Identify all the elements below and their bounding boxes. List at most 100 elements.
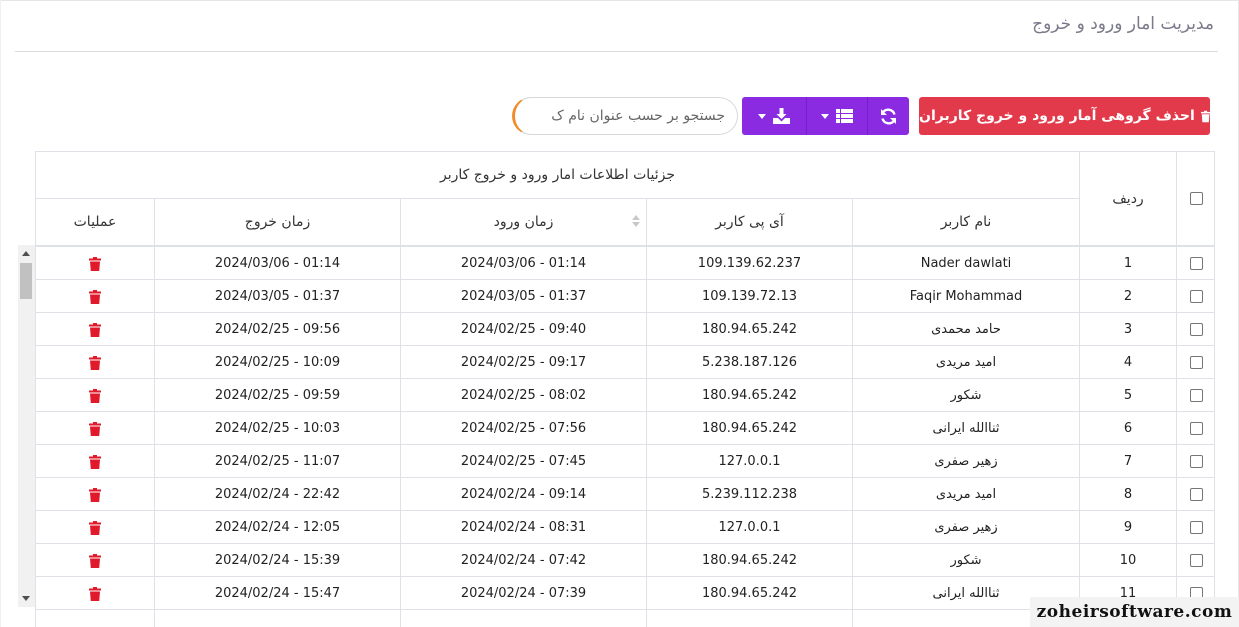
- cell-ip: 5.239.112.238: [701, 487, 798, 502]
- scroll-down-icon[interactable]: [22, 596, 30, 601]
- header-actions: عملیات: [73, 214, 117, 230]
- row-checkbox[interactable]: [1190, 389, 1203, 402]
- header-group-details: جزئیات اطلاعات امار ورود و خروج کاربر: [440, 167, 676, 183]
- trash-icon[interactable]: [89, 586, 101, 601]
- cell-ip: 109.139.72.13: [701, 289, 798, 304]
- column-divider: [852, 379, 853, 412]
- cell-username: زهیر صفری: [934, 454, 998, 469]
- cell-ip: 127.0.0.1: [718, 520, 781, 535]
- select-all-checkbox[interactable]: [1190, 192, 1203, 205]
- column-divider: [400, 577, 401, 610]
- cell-actions: [36, 247, 154, 280]
- column-divider: [400, 511, 401, 544]
- columns-dropdown-button[interactable]: [806, 97, 867, 135]
- cell-username: شکور: [950, 553, 982, 568]
- column-divider: [154, 247, 155, 280]
- column-divider: [852, 478, 853, 511]
- cell-select: [1177, 346, 1214, 379]
- cell-row-number: 9: [1123, 520, 1133, 535]
- search-input[interactable]: [512, 97, 738, 135]
- column-divider: [400, 247, 401, 280]
- cell-row-number: 10: [1119, 553, 1137, 568]
- cell-actions: [36, 313, 154, 346]
- cell-logout-time: 2024/02/24 - 22:42: [214, 487, 341, 502]
- trash-icon[interactable]: [89, 520, 101, 535]
- cell-login-time: 2024/02/25 - 07:45: [460, 454, 587, 469]
- bulk-delete-button[interactable]: احذف گروهی آمار ورود و خروج کاربران: [919, 97, 1210, 135]
- cell-login-time: 2024/02/24 - 07:39: [460, 586, 587, 601]
- cell-row-number: 8: [1123, 487, 1133, 502]
- column-divider: [852, 511, 853, 544]
- column-divider: [852, 445, 853, 478]
- cell-select: [1177, 379, 1214, 412]
- cell-actions: [36, 346, 154, 379]
- column-divider: [154, 313, 155, 346]
- cell-actions: [36, 511, 154, 544]
- trash-icon[interactable]: [89, 421, 101, 436]
- trash-icon[interactable]: [89, 553, 101, 568]
- table-scrollbar[interactable]: [18, 245, 35, 607]
- chevron-down-icon: [821, 113, 829, 119]
- column-divider: [154, 511, 155, 544]
- column-divider: [646, 280, 647, 313]
- cell-login-time: 2024/02/24 - 08:31: [460, 520, 587, 535]
- cell-row-number: 7: [1123, 454, 1133, 469]
- cell-logout-time: 2024/02/25 - 10:03: [214, 421, 341, 436]
- row-checkbox[interactable]: [1190, 422, 1203, 435]
- cell-ip: 180.94.65.242: [701, 586, 798, 601]
- bulk-delete-label: احذف گروهی آمار ورود و خروج کاربران: [919, 108, 1195, 124]
- cell-username: ثناالله ایرانی: [932, 421, 1000, 436]
- column-divider: [400, 445, 401, 478]
- row-checkbox[interactable]: [1190, 290, 1203, 303]
- refresh-icon: [881, 107, 896, 125]
- header-row-number[interactable]: ردیف: [1080, 152, 1176, 245]
- trash-icon[interactable]: [89, 289, 101, 304]
- column-divider: [400, 313, 401, 346]
- row-checkbox[interactable]: [1190, 521, 1203, 534]
- row-checkbox[interactable]: [1190, 488, 1203, 501]
- header-login-label: زمان ورود: [493, 214, 554, 230]
- download-icon: [773, 108, 790, 124]
- row-checkbox[interactable]: [1190, 356, 1203, 369]
- cell-select: [1177, 412, 1214, 445]
- refresh-button[interactable]: [867, 97, 909, 135]
- row-checkbox[interactable]: [1190, 554, 1203, 567]
- column-divider: [1079, 346, 1080, 379]
- cell-ip: 109.139.62.237: [697, 256, 802, 271]
- header-login-time[interactable]: زمان ورود: [401, 199, 646, 245]
- trash-icon[interactable]: [89, 322, 101, 337]
- column-divider: [646, 544, 647, 577]
- column-divider: [1079, 247, 1080, 280]
- cell-ip: 180.94.65.242: [701, 553, 798, 568]
- cell-actions: [36, 412, 154, 445]
- trash-icon[interactable]: [89, 355, 101, 370]
- cell-ip: 180.94.65.242: [701, 322, 798, 337]
- table-tools-group: [742, 97, 909, 135]
- cell-row-number: 2: [1123, 289, 1133, 304]
- column-divider: [400, 379, 401, 412]
- trash-icon[interactable]: [89, 388, 101, 403]
- column-divider: [400, 412, 401, 445]
- cell-username: Nader dawlati: [920, 256, 1012, 271]
- trash-icon[interactable]: [89, 487, 101, 502]
- cell-row-number: 6: [1123, 421, 1133, 436]
- export-dropdown-button[interactable]: [742, 97, 806, 135]
- trash-icon[interactable]: [89, 256, 101, 271]
- cell-login-time: 2024/02/25 - 09:40: [460, 322, 587, 337]
- trash-icon[interactable]: [89, 454, 101, 469]
- row-checkbox[interactable]: [1190, 323, 1203, 336]
- sort-icon[interactable]: [632, 215, 640, 227]
- column-divider: [1079, 544, 1080, 577]
- chevron-down-icon: [758, 113, 766, 119]
- column-divider: [154, 412, 155, 445]
- cell-logout-time: 2024/02/24 - 12:05: [214, 520, 341, 535]
- row-checkbox[interactable]: [1190, 257, 1203, 270]
- header-logout-time[interactable]: زمان خروج: [155, 199, 400, 245]
- header-ip[interactable]: آی پی کاربر: [647, 199, 852, 245]
- header-username[interactable]: نام کاربر: [853, 199, 1079, 245]
- scroll-up-icon[interactable]: [22, 251, 30, 256]
- scrollbar-thumb[interactable]: [20, 263, 32, 299]
- column-divider: [154, 577, 155, 610]
- row-checkbox[interactable]: [1190, 455, 1203, 468]
- column-divider: [1079, 478, 1080, 511]
